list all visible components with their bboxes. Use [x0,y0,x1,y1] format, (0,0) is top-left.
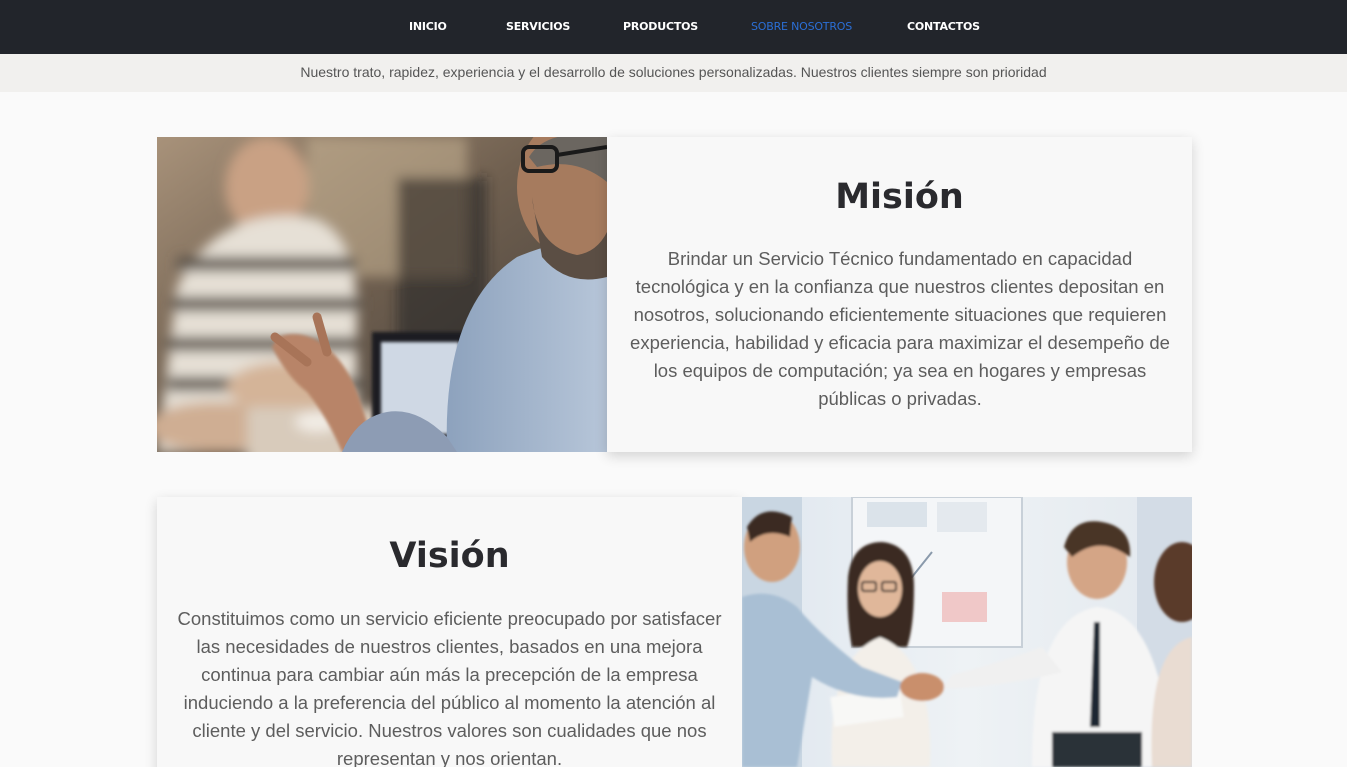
nav-link-productos[interactable]: PRODUCTOS [623,20,698,34]
vision-photo [742,497,1192,767]
top-navigation: INICIO SERVICIOS PRODUCTOS SOBRE NOSOTRO… [0,0,1347,54]
tagline-text: Nuestro trato, rapidez, experiencia y el… [300,64,1047,80]
mission-text: Brindar un Servicio Técnico fundamentado… [630,248,1170,409]
meeting-photo-illustration [157,137,607,452]
nav-link-contactos[interactable]: CONTACTOS [907,20,980,34]
nav-link-sobre-nosotros[interactable]: SOBRE NOSOTROS [751,20,852,34]
handshake-photo-illustration [742,497,1192,767]
mission-photo [157,137,607,452]
vision-card: Visión Constituimos como un servicio efi… [157,497,742,767]
vision-title: Visión [389,536,510,576]
mission-card: Misión Brindar un Servicio Técnico funda… [607,137,1192,452]
nav-link-servicios[interactable]: SERVICIOS [506,20,570,34]
mission-title: Misión [835,177,964,217]
nav-link-inicio[interactable]: INICIO [409,20,447,34]
tagline-bar: Nuestro trato, rapidez, experiencia y el… [0,54,1347,92]
vision-text: Constituimos como un servicio eficiente … [177,608,722,767]
